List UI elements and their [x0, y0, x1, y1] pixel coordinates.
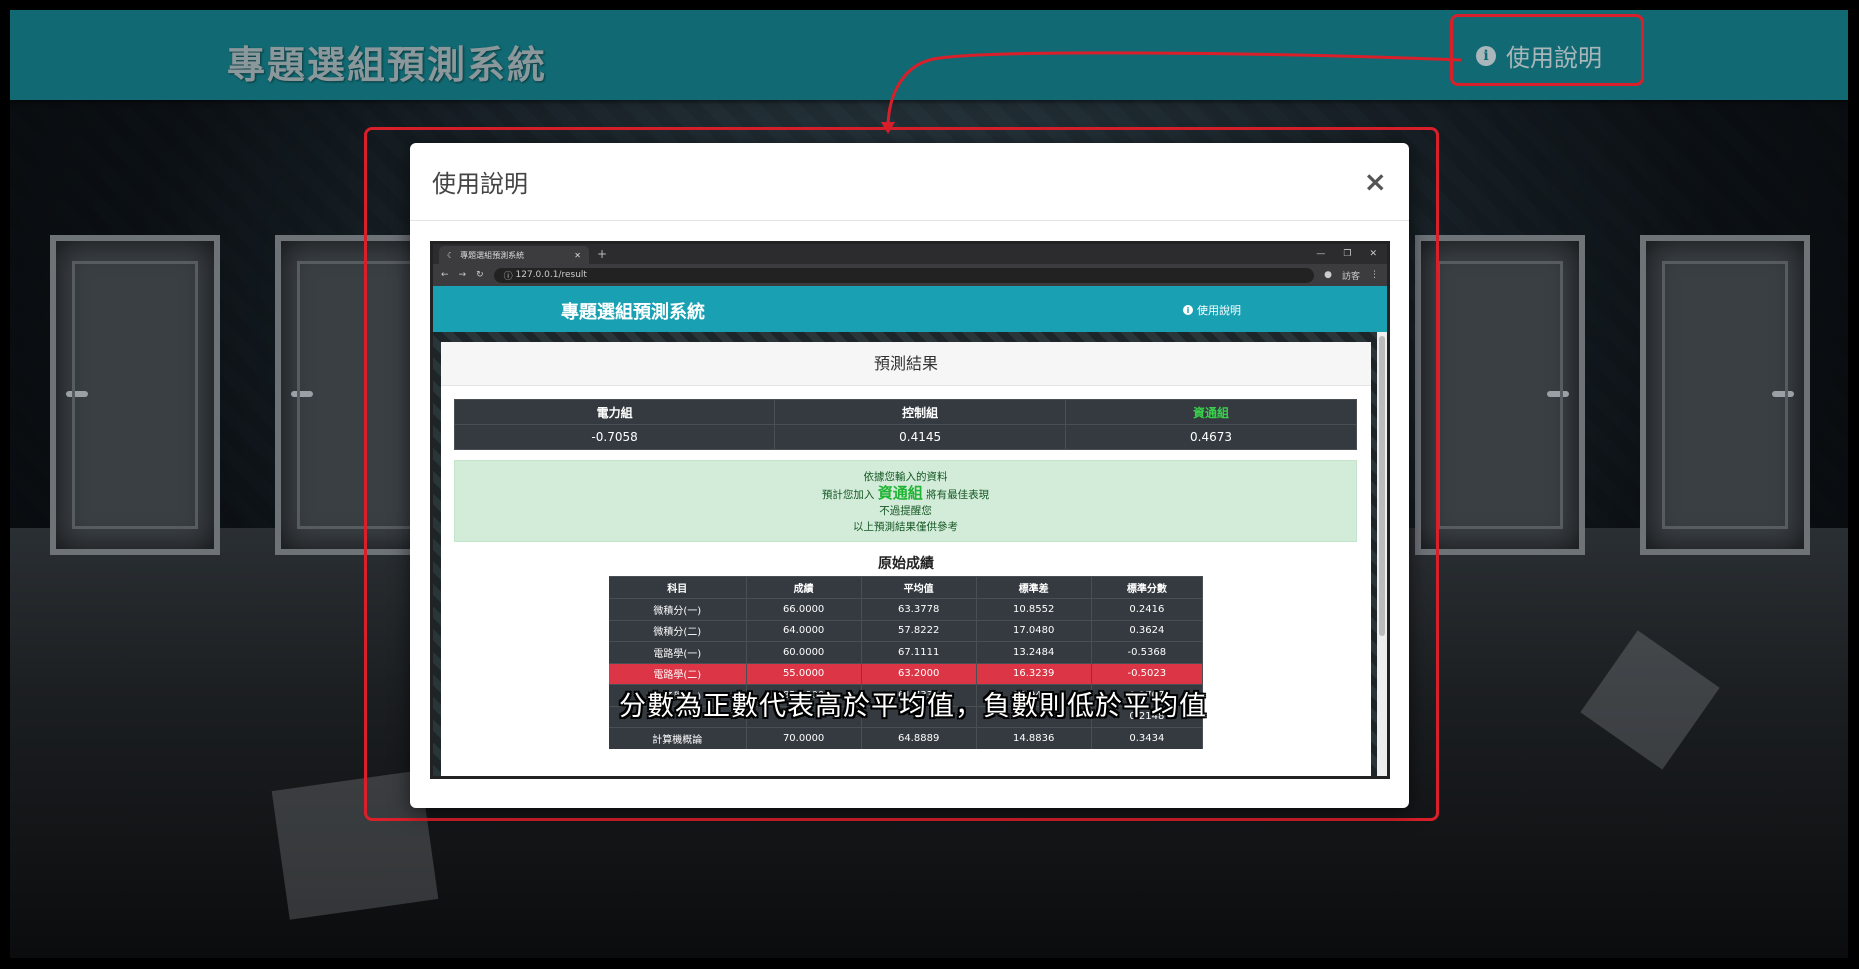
table-cell: 計算機概論 — [609, 727, 747, 749]
table-cell: 10.8552 — [976, 598, 1092, 620]
column-header: 科目 — [609, 576, 747, 599]
browser-tabstrip: ☾ 專題選組預測系統 ✕ + — ❐ ✕ — [433, 244, 1387, 264]
table-cell: 16.3239 — [976, 662, 1092, 685]
table-cell: 14.8836 — [976, 727, 1092, 749]
profile-label: 訪客 — [1341, 271, 1360, 282]
table-cell: 0.3434 — [1091, 727, 1204, 749]
tab-title: 專題選組預測系統 — [460, 250, 525, 260]
address-bar: ⓘ 127.0.0.1/result — [493, 267, 1315, 283]
menu-icon: ⋮ — [1370, 270, 1379, 280]
table-cell: 67.1111 — [861, 641, 977, 663]
table-cell: 64.0000 — [746, 619, 862, 642]
group-score: 0.4145 — [774, 424, 1067, 450]
url-text: 127.0.0.1/result — [515, 270, 587, 280]
table-cell: 0.2416 — [1091, 598, 1204, 620]
table-cell: 微積分(二) — [609, 619, 747, 642]
alert-text: 預計您加入 — [821, 489, 875, 501]
table-cell: 13.2484 — [976, 641, 1092, 663]
table-cell: 60.0000 — [746, 641, 862, 663]
table-cell: 63.2000 — [861, 662, 977, 685]
inner-navbar: 專題選組預測系統 i 使用說明 — [433, 286, 1387, 332]
group-header: 控制組 — [774, 399, 1067, 425]
table-cell: -0.5368 — [1091, 641, 1204, 663]
table-cell: 55.0000 — [746, 662, 862, 685]
close-button[interactable]: × — [1364, 165, 1387, 198]
prediction-alert: 依據您輸入的資料 預計您加入 資通組 將有最佳表現 不過提醒您 以上預測結果僅供… — [454, 460, 1357, 542]
result-card-title: 預測結果 — [441, 342, 1371, 386]
inner-info-icon: i — [1183, 305, 1193, 315]
new-tab-icon: + — [597, 247, 608, 261]
help-modal: 使用說明 × ☾ 專題選組預測系統 ✕ + — ❐ ✕ ← → ↻ ⓘ 127.… — [410, 143, 1409, 808]
prediction-table: 電力組 控制組 資通組 -0.7058 0.4145 0.4673 — [453, 399, 1357, 450]
table-cell: 57.8222 — [861, 619, 977, 642]
group-header-best: 資通組 — [1065, 399, 1357, 425]
forward-icon: → — [458, 270, 467, 280]
scrollbar-thumb — [1379, 336, 1385, 636]
table-row: 電路學(二) 55.0000 63.2000 16.3239 -0.5023 — [609, 662, 1204, 685]
tab-close-icon: ✕ — [574, 250, 581, 260]
table-cell: 63.3778 — [861, 598, 977, 620]
column-header: 標準差 — [976, 576, 1092, 599]
table-row: 計算機概論 70.0000 64.8889 14.8836 0.3434 — [609, 727, 1204, 749]
group-score: -0.7058 — [453, 424, 776, 450]
alert-line: 以上預測結果僅供參考 — [853, 521, 958, 533]
table-row: 微積分(一) 66.0000 63.3778 10.8552 0.2416 — [609, 598, 1204, 620]
back-icon: ← — [441, 270, 449, 280]
table-cell: 64.8889 — [861, 727, 977, 749]
table-cell: 0.3624 — [1091, 619, 1204, 642]
group-header: 電力組 — [453, 399, 776, 425]
table-cell: -0.5023 — [1091, 662, 1204, 685]
column-header: 成績 — [746, 576, 862, 599]
window-controls: — ❐ ✕ — [1316, 249, 1387, 259]
inner-help-link: i 使用說明 — [1183, 302, 1241, 318]
minimize-icon: — — [1316, 249, 1326, 259]
tutorial-screenshot: ☾ 專題選組預測系統 ✕ + — ❐ ✕ ← → ↻ ⓘ 127.0.0.1/r… — [430, 241, 1390, 779]
table-cell: 70.0000 — [746, 727, 862, 749]
group-score: 0.4673 — [1065, 424, 1357, 450]
column-header: 標準分數 — [1091, 576, 1204, 599]
tab-favicon-icon: ☾ — [447, 250, 455, 260]
video-caption: 分數為正數代表高於平均值，負數則低於平均值 — [619, 691, 1207, 722]
alert-line: 依據您輸入的資料 — [863, 471, 948, 483]
inner-help-label: 使用說明 — [1197, 304, 1241, 317]
table-cell: 電路學(一) — [609, 641, 747, 663]
alert-line: 預計您加入 資通組 將有最佳表現 — [455, 485, 1356, 503]
table-cell: 66.0000 — [746, 598, 862, 620]
modal-header: 使用說明 × — [410, 143, 1409, 221]
table-cell: 電路學(二) — [609, 662, 747, 685]
maximize-icon: ❐ — [1343, 249, 1352, 259]
inner-brand: 專題選組預測系統 — [561, 302, 705, 323]
modal-title: 使用說明 — [432, 170, 528, 198]
table-cell: 微積分(一) — [609, 598, 747, 620]
profile-icon: ● — [1324, 270, 1332, 280]
raw-scores-table: 科目 成績 平均值 標準差 標準分數 微積分(一) 66.0000 63.3778 1… — [609, 576, 1204, 749]
raw-scores-title: 原始成績 — [878, 556, 934, 572]
alert-best-group: 資通組 — [877, 484, 923, 502]
browser-toolbar: ← → ↻ ⓘ 127.0.0.1/result ● 訪客 ⋮ — [433, 264, 1387, 286]
table-row: 電路學(一) 60.0000 67.1111 13.2484 -0.5368 — [609, 641, 1204, 663]
browser-tab: ☾ 專題選組預測系統 ✕ — [439, 246, 589, 264]
alert-text: 將有最佳表現 — [926, 489, 990, 501]
column-header: 平均值 — [861, 576, 977, 599]
table-row: 微積分(二) 64.0000 57.8222 17.0480 0.3624 — [609, 619, 1204, 642]
reload-icon: ↻ — [476, 270, 484, 280]
window-close-icon: ✕ — [1369, 249, 1377, 259]
table-cell: 17.0480 — [976, 619, 1092, 642]
alert-line: 不過提醒您 — [879, 505, 932, 517]
